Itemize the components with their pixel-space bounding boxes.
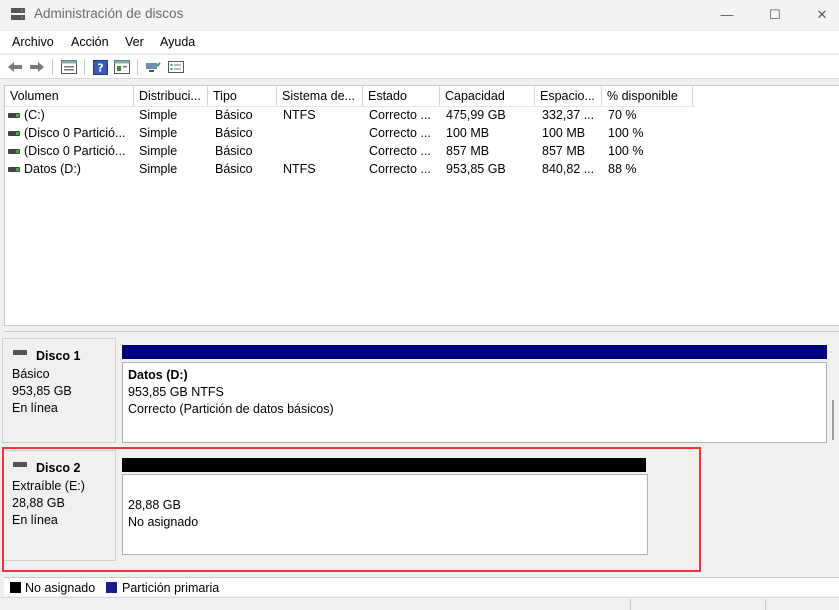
cell-capacidad: 100 MB (446, 126, 490, 140)
cell-espacio-disponible: 332,37 ... (542, 108, 595, 122)
connect-icon[interactable] (144, 59, 162, 75)
partition-status: Correcto (Partición de datos básicos) (128, 402, 334, 416)
table-row[interactable]: Datos (D:) Simple Básico NTFS Correcto .… (5, 161, 705, 179)
table-row[interactable]: (Disco 0 Partició... Simple Básico Corre… (5, 143, 705, 161)
close-button[interactable]: ✕ (799, 0, 839, 29)
menu-archivo[interactable]: Archivo (12, 35, 54, 49)
cell-distribucion: Simple (139, 144, 178, 158)
cell-estado: Correcto ... (369, 162, 431, 176)
cell-capacidad: 475,99 GB (446, 108, 506, 122)
cell-volumen: (Disco 0 Partició... (24, 126, 126, 140)
column-header-capacidad[interactable]: Capacidad (440, 86, 535, 106)
column-header-espacio-disponible[interactable]: Espacio... (535, 86, 602, 106)
cell-tipo: Básico (215, 126, 253, 140)
legend-label-primary-partition: Partición primaria (122, 581, 220, 595)
cell-sistema-archivos: NTFS (283, 108, 316, 122)
cell-distribucion: Simple (139, 108, 178, 122)
svg-text:?: ? (97, 61, 103, 74)
partition-title: Datos (D:) (128, 368, 188, 382)
disk-1-type: Básico (12, 367, 50, 381)
forward-icon[interactable] (28, 59, 46, 75)
menu-ver[interactable]: Ver (125, 35, 144, 49)
disk-1-partition-datos[interactable]: Datos (D:) 953,85 GB NTFS Correcto (Part… (122, 362, 827, 443)
column-header-distribucion[interactable]: Distribuci... (134, 86, 208, 106)
column-header-porcentaje-disponible[interactable]: % disponible (602, 86, 693, 106)
cell-porcentaje-disponible: 100 % (608, 126, 644, 140)
cell-volumen: Datos (D:) (24, 162, 81, 176)
cell-espacio-disponible: 100 MB (542, 126, 586, 140)
cell-porcentaje-disponible: 88 % (608, 162, 637, 176)
cell-espacio-disponible: 857 MB (542, 144, 586, 158)
column-header-estado[interactable]: Estado (363, 86, 440, 106)
cell-capacidad: 953,85 GB (446, 162, 506, 176)
disk-icon (13, 350, 27, 355)
toolbar-separator (84, 59, 85, 75)
help-icon[interactable]: ? (91, 59, 109, 75)
cell-volumen: (Disco 0 Partició... (24, 144, 126, 158)
disk-management-app-icon (11, 8, 25, 20)
disk-1-size: 953,85 GB (12, 384, 72, 398)
volume-icon (8, 149, 20, 154)
back-icon[interactable] (6, 59, 24, 75)
status-bar (0, 597, 839, 610)
column-header-sistema-archivos[interactable]: Sistema de... (277, 86, 363, 106)
volume-icon (8, 167, 20, 172)
toolbar-separator (137, 59, 138, 75)
legend-swatch-unallocated (10, 582, 21, 593)
disk-1-status: En línea (12, 401, 58, 415)
toolbar: ? (0, 54, 839, 79)
cell-tipo: Básico (215, 144, 253, 158)
maximize-button[interactable]: ☐ (752, 0, 798, 29)
menu-ayuda[interactable]: Ayuda (160, 35, 195, 49)
partition-size-fs: 953,85 GB NTFS (128, 385, 224, 399)
vertical-scrollbar-edge[interactable] (832, 400, 834, 440)
volume-icon (8, 113, 20, 118)
cell-distribucion: Simple (139, 162, 178, 176)
cell-tipo: Básico (215, 108, 253, 122)
column-header-volumen[interactable]: Volumen (5, 86, 134, 106)
cell-estado: Correcto ... (369, 126, 431, 140)
disk-1-label[interactable]: Disco 1 Básico 953,85 GB En línea (2, 338, 116, 443)
volume-icon (8, 131, 20, 136)
cell-espacio-disponible: 840,82 ... (542, 162, 595, 176)
window-title: Administración de discos (34, 6, 184, 21)
disk-1-name: Disco 1 (36, 349, 81, 363)
show-hide-console-tree-icon[interactable] (60, 59, 78, 75)
minimize-button[interactable]: — (704, 0, 750, 29)
disk-2-highlight-box (2, 447, 701, 572)
menu-bar: Archivo Acción Ver Ayuda (0, 31, 839, 53)
settings-icon[interactable] (167, 59, 185, 75)
cell-porcentaje-disponible: 70 % (608, 108, 637, 122)
cell-distribucion: Simple (139, 126, 178, 140)
status-divider (765, 599, 766, 610)
cell-estado: Correcto ... (369, 108, 431, 122)
column-header-tipo[interactable]: Tipo (208, 86, 277, 106)
table-row[interactable]: (C:) Simple Básico NTFS Correcto ... 475… (5, 107, 705, 125)
legend-swatch-primary-partition (106, 582, 117, 593)
cell-tipo: Básico (215, 162, 253, 176)
disk-1-partition-bar (122, 345, 827, 359)
cell-volumen: (C:) (24, 108, 45, 122)
cell-capacidad: 857 MB (446, 144, 490, 158)
volume-list: Volumen Distribuci... Tipo Sistema de...… (4, 85, 839, 326)
table-row[interactable]: (Disco 0 Partició... Simple Básico Corre… (5, 125, 705, 143)
cell-porcentaje-disponible: 100 % (608, 144, 644, 158)
properties-icon[interactable] (113, 59, 131, 75)
legend-label-unallocated: No asignado (25, 581, 96, 595)
cell-estado: Correcto ... (369, 144, 431, 158)
menu-accion[interactable]: Acción (71, 35, 109, 49)
toolbar-separator (52, 59, 53, 75)
cell-sistema-archivos: NTFS (283, 162, 316, 176)
status-divider (630, 599, 631, 610)
legend-bar: No asignado Partición primaria (4, 577, 839, 596)
title-bar: Administración de discos — ☐ ✕ (0, 0, 839, 29)
